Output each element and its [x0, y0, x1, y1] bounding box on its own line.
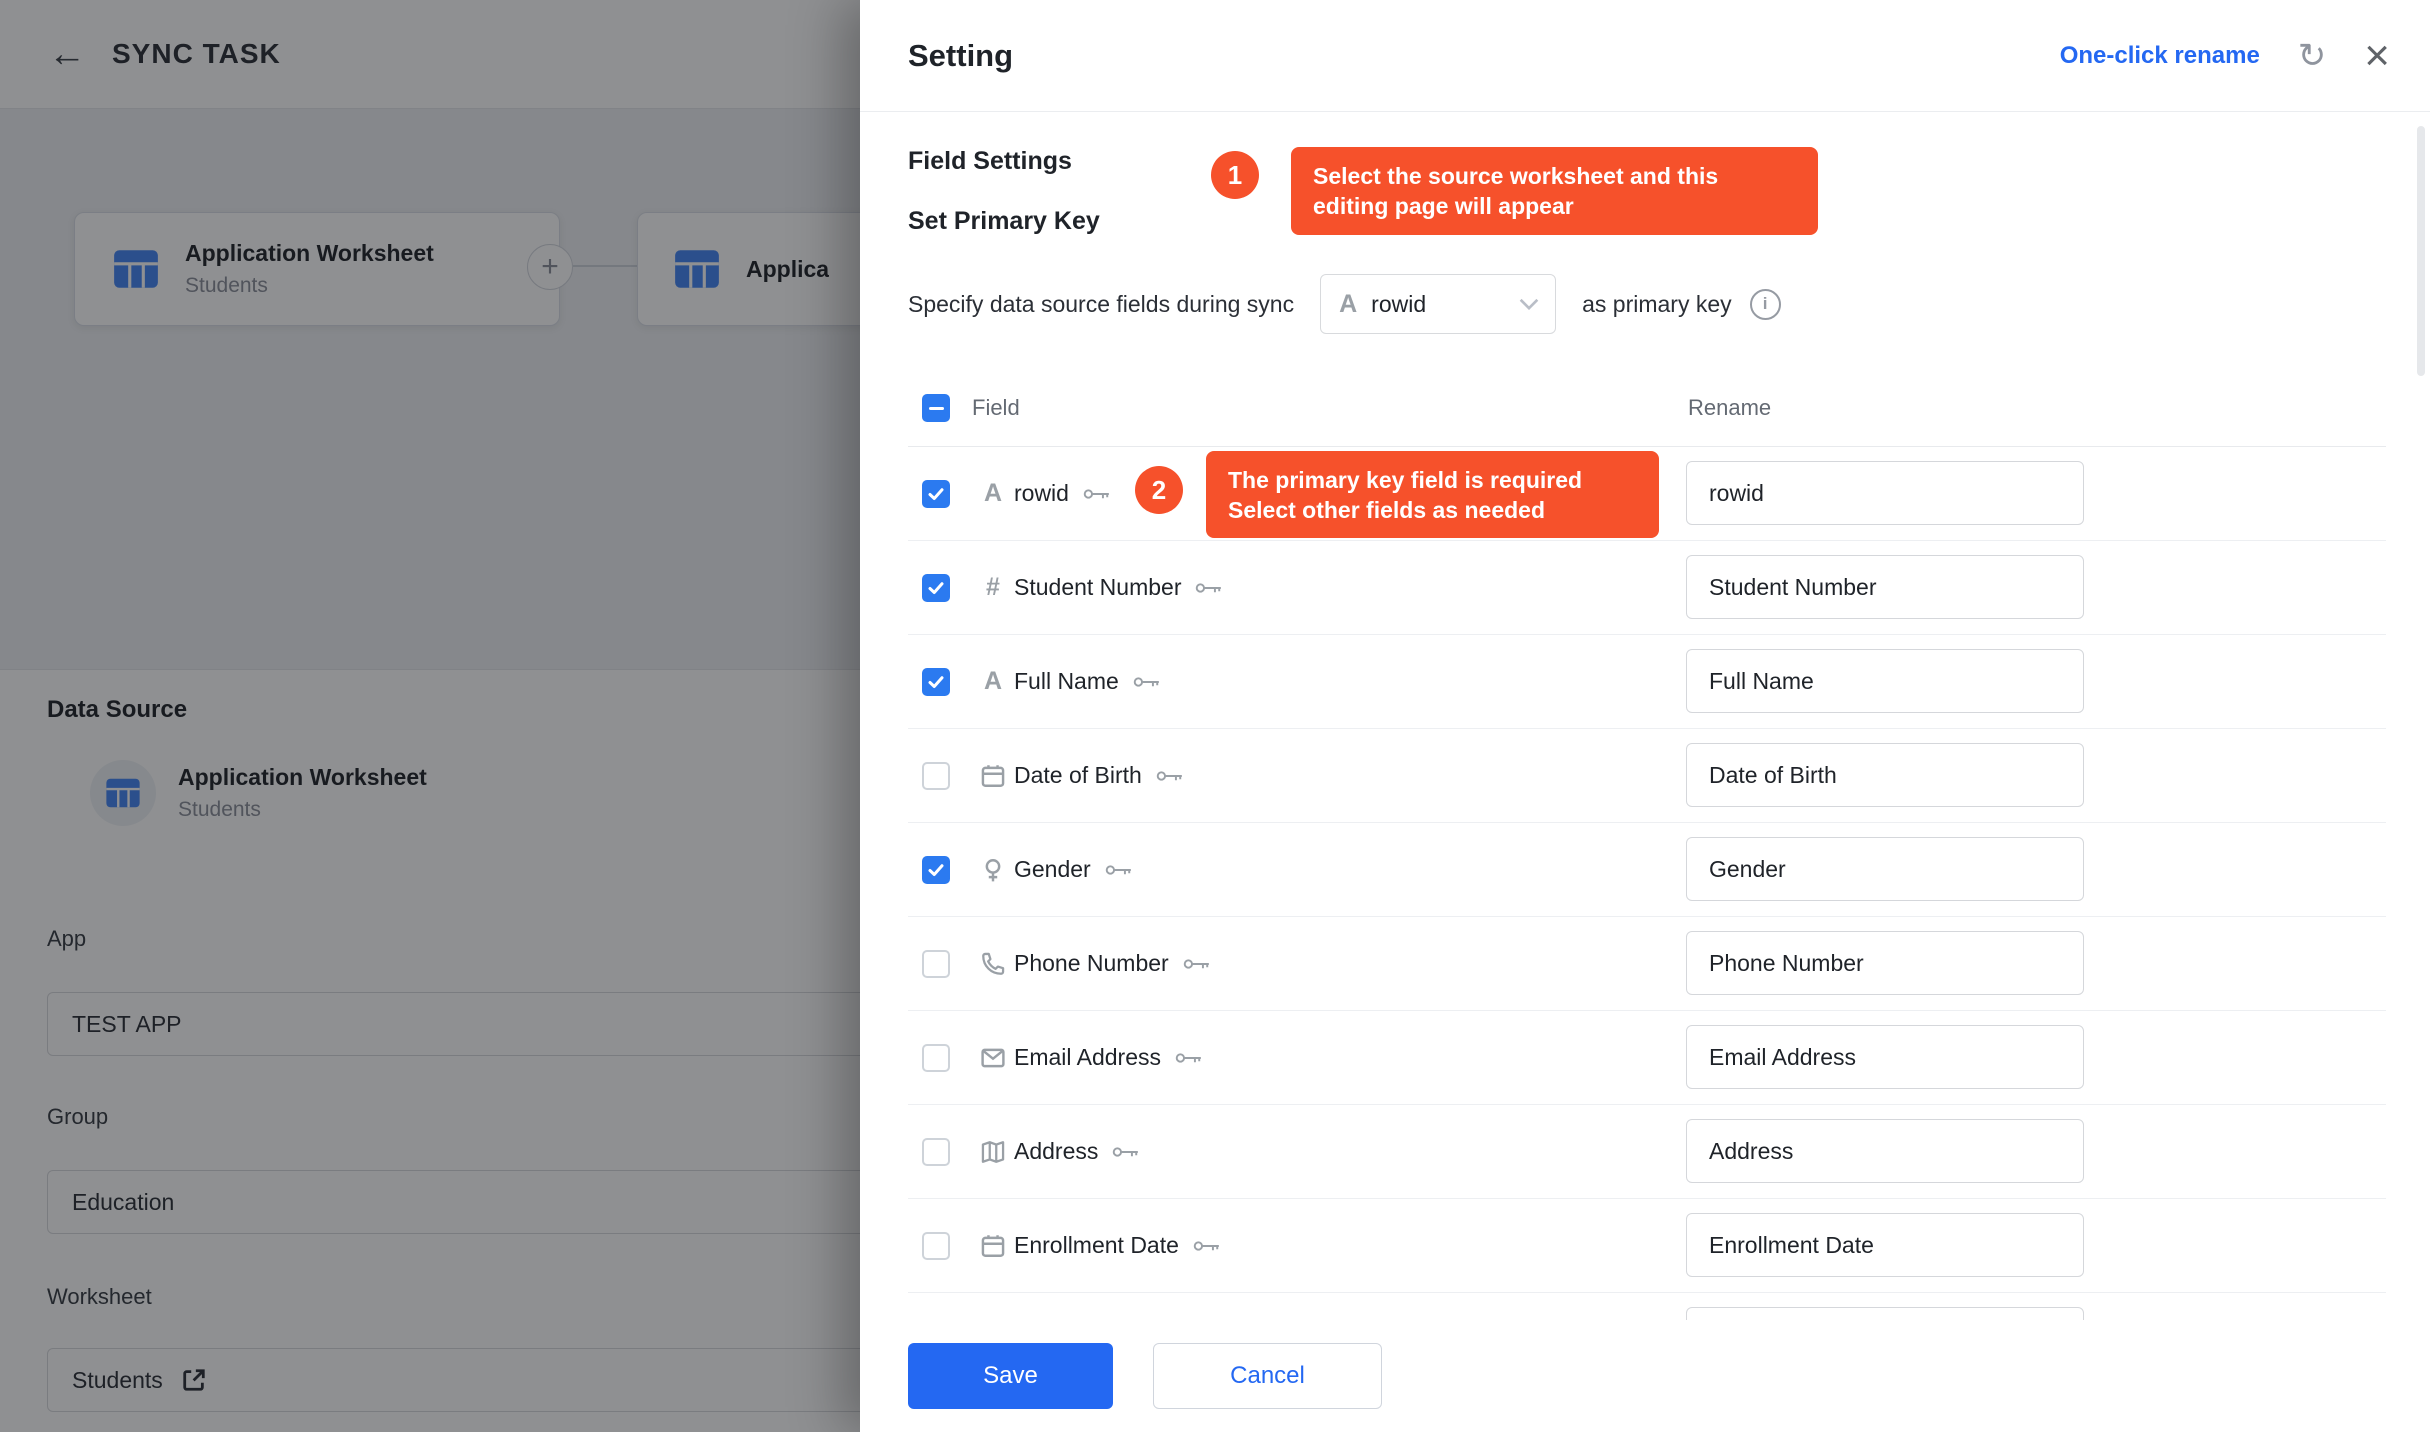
callout-tooltip-2: The primary key field is required Select…	[1206, 451, 1659, 538]
field-checkbox[interactable]	[922, 950, 950, 978]
field-type-icon	[978, 763, 1008, 789]
field-type-icon: A	[978, 479, 1008, 508]
settings-panel: Setting One-click rename ↻ × Field Setti…	[860, 0, 2430, 1432]
callout-tooltip-1: Select the source worksheet and this edi…	[1291, 147, 1818, 235]
close-icon[interactable]: ×	[2364, 34, 2390, 78]
field-row: A Full Name	[908, 635, 2386, 729]
field-label: rowid	[1014, 480, 1069, 507]
primary-key-dropdown[interactable]: A rowid	[1320, 274, 1556, 334]
panel-footer: Save Cancel	[860, 1320, 2430, 1432]
field-type-icon	[978, 1233, 1008, 1259]
rename-input[interactable]	[1686, 931, 2084, 995]
rename-input[interactable]	[1686, 649, 2084, 713]
key-icon	[1105, 863, 1133, 877]
rename-input[interactable]	[1686, 555, 2084, 619]
field-label: Phone Number	[1014, 950, 1169, 977]
field-row: Enrollment Date	[908, 1199, 2386, 1293]
dropdown-value: rowid	[1371, 291, 1519, 318]
tooltip-line: Select the source worksheet and this	[1313, 161, 1796, 191]
field-label: Date of Birth	[1014, 762, 1142, 789]
one-click-rename-link[interactable]: One-click rename	[2060, 42, 2260, 70]
field-label: Student Number	[1014, 574, 1181, 601]
key-icon	[1083, 487, 1111, 501]
tooltip-line: The primary key field is required	[1228, 465, 1637, 495]
primary-key-prefix: Specify data source fields during sync	[908, 291, 1294, 318]
key-icon	[1175, 1051, 1203, 1065]
scrollbar[interactable]	[2417, 126, 2425, 376]
field-row: Date of Birth	[908, 729, 2386, 823]
field-label: Enrollment Date	[1014, 1232, 1179, 1259]
step-badge-1: 1	[1211, 151, 1259, 199]
step-badge-2: 2	[1135, 466, 1183, 514]
save-button[interactable]: Save	[908, 1343, 1113, 1409]
primary-key-row: Specify data source fields during sync A…	[908, 274, 2386, 334]
field-label: Email Address	[1014, 1044, 1161, 1071]
field-checkbox[interactable]	[922, 1232, 950, 1260]
field-checkbox[interactable]	[922, 856, 950, 884]
rename-column-header: Rename	[1688, 395, 1771, 421]
tooltip-line: editing page will appear	[1313, 191, 1796, 221]
key-icon	[1183, 957, 1211, 971]
field-rows: A rowid # Student Number A Full Name Dat…	[908, 447, 2386, 1293]
key-icon	[1112, 1145, 1140, 1159]
fields-table-header: Field Rename	[908, 370, 2386, 447]
field-type-icon	[978, 951, 1008, 977]
field-label: Address	[1014, 1138, 1098, 1165]
field-label: Gender	[1014, 856, 1091, 883]
key-icon	[1195, 581, 1223, 595]
key-icon	[1193, 1239, 1221, 1253]
panel-body: Field Settings Set Primary Key Specify d…	[860, 112, 2430, 1432]
field-type-icon: A	[1339, 290, 1357, 319]
tooltip-line: Select other fields as needed	[1228, 495, 1637, 525]
rename-input[interactable]	[1686, 1213, 2084, 1277]
field-checkbox[interactable]	[922, 574, 950, 602]
field-row: Gender	[908, 823, 2386, 917]
field-type-icon	[978, 1045, 1008, 1071]
field-checkbox[interactable]	[922, 1138, 950, 1166]
rename-input[interactable]	[1686, 743, 2084, 807]
rename-input[interactable]	[1686, 461, 2084, 525]
field-checkbox[interactable]	[922, 480, 950, 508]
cancel-button[interactable]: Cancel	[1153, 1343, 1382, 1409]
key-icon	[1156, 769, 1184, 783]
rename-input[interactable]	[1686, 1119, 2084, 1183]
field-label: Full Name	[1014, 668, 1119, 695]
key-icon	[1133, 675, 1161, 689]
field-checkbox[interactable]	[922, 1044, 950, 1072]
field-type-icon	[978, 857, 1008, 883]
field-type-icon	[978, 1139, 1008, 1165]
field-checkbox[interactable]	[922, 762, 950, 790]
field-type-icon: A	[978, 667, 1008, 696]
field-row: Email Address	[908, 1011, 2386, 1105]
field-column-header: Field	[972, 395, 1020, 421]
primary-key-suffix: as primary key	[1582, 291, 1732, 318]
field-row: # Student Number	[908, 541, 2386, 635]
rename-input[interactable]	[1686, 837, 2084, 901]
field-type-icon: #	[978, 573, 1008, 602]
chevron-down-icon	[1519, 298, 1539, 310]
panel-header: Setting One-click rename ↻ ×	[860, 0, 2430, 112]
field-row: Phone Number	[908, 917, 2386, 1011]
refresh-icon[interactable]: ↻	[2298, 39, 2327, 73]
field-row: Address	[908, 1105, 2386, 1199]
panel-title: Setting	[908, 38, 1013, 74]
info-icon[interactable]: i	[1750, 289, 1781, 320]
field-checkbox[interactable]	[922, 668, 950, 696]
select-all-checkbox[interactable]	[922, 394, 950, 422]
rename-input[interactable]	[1686, 1025, 2084, 1089]
